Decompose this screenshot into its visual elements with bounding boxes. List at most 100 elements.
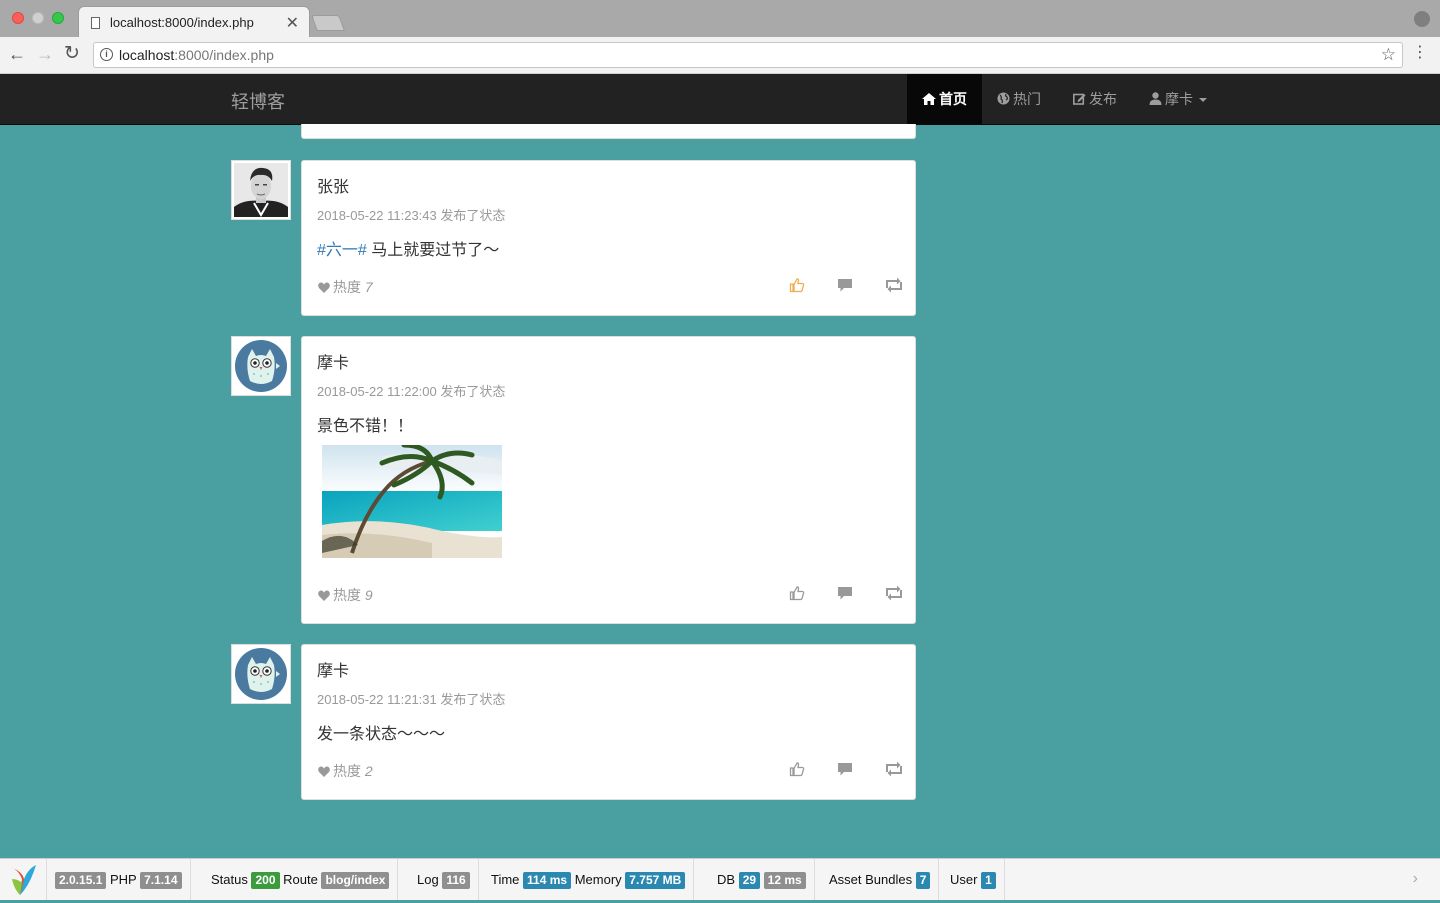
url-text: localhost:8000/index.php — [119, 47, 274, 63]
retweet-icon[interactable] — [885, 761, 903, 779]
db-time-badge: 12 ms — [763, 872, 806, 889]
comment-icon[interactable] — [837, 761, 855, 779]
like-icon[interactable] — [789, 585, 807, 603]
debug-user-block[interactable]: User 1 — [942, 859, 1005, 900]
user-icon — [1149, 74, 1162, 124]
post-card: 张张 2018-05-22 11:23:43 发布了状态 #六一# 马上就要过节… — [301, 160, 916, 316]
globe-icon — [997, 74, 1010, 124]
browser-tab[interactable]: localhost:8000/index.php ✕ — [78, 6, 310, 38]
window-close-button[interactable] — [12, 12, 24, 24]
address-bar[interactable]: i localhost:8000/index.php ☆ — [93, 42, 1403, 68]
retweet-icon[interactable] — [885, 277, 903, 295]
reload-icon[interactable]: ↻ — [64, 44, 80, 64]
nav-post-label: 发布 — [1089, 91, 1117, 107]
memory-badge: 7.757 MB — [625, 872, 686, 889]
heat-label: 热度 — [333, 763, 361, 779]
previous-post-card-edge — [301, 124, 916, 139]
route-badge: blog/index — [321, 872, 390, 889]
heart-icon — [318, 279, 330, 295]
avatar[interactable] — [231, 160, 291, 220]
debug-db-block[interactable]: DB 29 12 ms — [709, 859, 815, 900]
retweet-icon[interactable] — [885, 585, 903, 603]
heart-icon — [318, 587, 330, 603]
post-meta: 2018-05-22 11:23:43 发布了状态 — [317, 208, 506, 223]
heat-label: 热度 — [333, 587, 361, 603]
post-text: 发一条状态～～～ — [317, 726, 446, 743]
debug-profiling-block[interactable]: Time 114 ms Memory 7.757 MB — [483, 859, 695, 900]
bookmark-star-icon[interactable]: ☆ — [1381, 45, 1396, 65]
forward-arrow-icon[interactable]: → — [36, 44, 54, 64]
info-icon[interactable]: i — [100, 48, 113, 61]
memory-label: Memory — [574, 872, 622, 887]
status-label: Status — [211, 872, 248, 887]
heat-counter: 热度 7 — [318, 277, 373, 297]
debug-log-block[interactable]: Log 116 — [409, 859, 479, 900]
tab-title: localhost:8000/index.php — [110, 15, 254, 30]
post-author[interactable]: 摩卡 — [317, 657, 349, 681]
heat-counter: 热度 2 — [318, 761, 373, 781]
debug-assets-block[interactable]: Asset Bundles 7 — [821, 859, 940, 900]
debug-version-block[interactable]: 2.0.15.1 PHP 7.1.14 — [47, 859, 191, 900]
user-badge: 1 — [981, 872, 996, 889]
app-navbar: 轻博客 首页 热门 发布 摩卡 — [0, 74, 1440, 125]
back-arrow-icon[interactable]: ← — [8, 44, 26, 64]
avatar[interactable] — [231, 336, 291, 396]
browser-tab-strip: localhost:8000/index.php ✕ — [0, 0, 1440, 38]
debug-toolbar: 2.0.15.1 PHP 7.1.14 Status 200 Route blo… — [0, 858, 1440, 900]
like-icon[interactable] — [789, 761, 807, 779]
post-content: #六一# 马上就要过节了～ — [317, 236, 499, 260]
post-text: 马上就要过节了～ — [366, 242, 500, 259]
brand-logo[interactable]: 轻博客 — [231, 88, 285, 114]
php-label: PHP — [110, 872, 137, 887]
avatar[interactable] — [231, 644, 291, 704]
profile-icon[interactable] — [1414, 11, 1430, 27]
nav-hot-label: 热门 — [1013, 91, 1041, 107]
nav-home[interactable]: 首页 — [907, 74, 982, 124]
comment-icon[interactable] — [837, 277, 855, 295]
heat-label: 热度 — [333, 279, 361, 295]
tab-close-icon[interactable]: ✕ — [286, 13, 299, 33]
nav-user-dropdown[interactable]: 摩卡 — [1134, 74, 1222, 124]
new-tab-button[interactable] — [311, 15, 345, 31]
yii-logo-icon[interactable] — [0, 859, 47, 900]
nav-post[interactable]: 发布 — [1058, 74, 1132, 124]
nav-hot[interactable]: 热门 — [982, 74, 1056, 124]
page-icon — [91, 17, 100, 29]
nav-user-label: 摩卡 — [1165, 91, 1193, 107]
post-card: 摩卡 2018-05-22 11:22:00 发布了状态 景色不错！！ 热度 9 — [301, 336, 916, 624]
php-version-badge: 7.1.14 — [140, 872, 182, 889]
heat-value: 9 — [364, 587, 373, 603]
post-image-beach[interactable] — [322, 442, 502, 558]
debug-toggle-arrow-icon[interactable]: › — [1413, 870, 1418, 888]
caret-down-icon — [1199, 98, 1207, 103]
heat-value: 7 — [364, 279, 373, 295]
browser-toolbar: ← → ↻ i localhost:8000/index.php ☆ ⋮ — [0, 37, 1440, 74]
window-maximize-button[interactable] — [52, 12, 64, 24]
status-badge: 200 — [251, 872, 280, 889]
route-label: Route — [283, 872, 318, 887]
post-card: 摩卡 2018-05-22 11:21:31 发布了状态 发一条状态～～～ 热度… — [301, 644, 916, 800]
db-count-badge: 29 — [738, 872, 761, 889]
debug-request-block[interactable]: Status 200 Route blog/index — [203, 859, 399, 900]
window-minimize-button[interactable] — [32, 12, 44, 24]
time-badge: 114 ms — [523, 872, 572, 889]
db-label: DB — [717, 872, 736, 887]
yii-version-badge: 2.0.15.1 — [55, 872, 107, 889]
post-author[interactable]: 张张 — [317, 173, 349, 197]
assets-badge: 7 — [915, 872, 931, 889]
post-author[interactable]: 摩卡 — [317, 349, 349, 373]
time-label: Time — [491, 872, 520, 887]
assets-label: Asset Bundles — [829, 872, 913, 887]
comment-icon[interactable] — [837, 585, 855, 603]
post-meta: 2018-05-22 11:21:31 发布了状态 — [317, 692, 506, 707]
like-icon[interactable] — [789, 277, 807, 295]
heart-icon — [318, 763, 330, 779]
edit-icon — [1073, 74, 1086, 124]
nav-home-label: 首页 — [939, 91, 967, 107]
heat-counter: 热度 9 — [318, 585, 373, 605]
heat-value: 2 — [364, 763, 373, 779]
home-icon — [922, 74, 936, 124]
browser-menu-icon[interactable]: ⋮ — [1412, 43, 1428, 63]
post-hashtag[interactable]: #六一# — [317, 242, 367, 259]
log-label: Log — [417, 872, 439, 887]
